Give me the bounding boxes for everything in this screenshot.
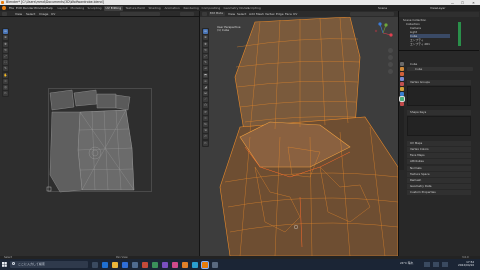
camera-view-icon[interactable] — [388, 62, 393, 67]
section-uv-maps[interactable]: UV Maps — [407, 141, 471, 146]
pan-view-icon[interactable] — [388, 55, 393, 60]
edit-mesh-wireframe[interactable] — [200, 17, 398, 256]
view-layer-selector[interactable]: ViewLayer — [430, 6, 445, 10]
object-tab-icon[interactable] — [400, 87, 404, 91]
mesh-data-field[interactable]: Cube — [407, 67, 473, 71]
vp-menu-add[interactable]: Add — [249, 12, 255, 16]
zoom-view-icon[interactable] — [388, 48, 393, 53]
properties-object-name: Cube — [410, 62, 418, 66]
tab-compositing[interactable]: Compositing — [200, 6, 222, 11]
perspective-toggle-icon[interactable] — [388, 69, 393, 74]
app-icon[interactable] — [152, 261, 158, 268]
clock-date: 2022/04/10 — [458, 263, 475, 268]
output-tab-icon[interactable] — [400, 72, 404, 76]
shape-keys-list[interactable] — [407, 116, 471, 136]
outliner-visibility-icons[interactable] — [458, 22, 461, 46]
modifier-tab-icon[interactable] — [400, 92, 404, 96]
search-icon — [12, 262, 15, 265]
system-tray-icons[interactable] — [424, 262, 454, 267]
app-icon[interactable] — [142, 261, 148, 268]
maximize-button[interactable]: ☐ — [458, 1, 467, 5]
minimize-button[interactable]: — — [448, 1, 457, 5]
vp-menu-select[interactable]: Select — [237, 12, 246, 16]
section-texture-space[interactable]: Texture Space — [407, 172, 471, 177]
vp-menu-face[interactable]: Face — [285, 12, 292, 16]
uv-islands[interactable] — [0, 0, 200, 256]
render-tab-icon[interactable] — [400, 67, 404, 71]
tab-scripting[interactable]: Scripting — [246, 6, 262, 11]
blender-taskbar-icon[interactable] — [201, 260, 209, 269]
section-attributes[interactable]: Attributes — [407, 159, 471, 164]
view-layer-tab-icon[interactable] — [400, 77, 404, 81]
uv-2d-cursor-icon — [46, 186, 52, 192]
task-view-icon[interactable] — [92, 261, 98, 268]
section-geometry-data[interactable]: Geometry Data — [407, 184, 471, 189]
material-tab-icon[interactable] — [400, 102, 404, 106]
mesh-data-tab-icon[interactable] — [399, 96, 405, 102]
section-vertex-groups[interactable]: Vertex Groups — [407, 80, 471, 85]
section-vertex-colors[interactable]: Vertex Colors — [407, 147, 471, 152]
section-normals[interactable]: Normals — [407, 166, 471, 171]
editor-type-icon[interactable] — [202, 12, 207, 16]
mode-selector[interactable]: Edit Mode — [209, 12, 225, 16]
taskbar-search-box[interactable]: ここに入力して検索 — [10, 261, 88, 268]
app-icon[interactable] — [172, 261, 178, 268]
section-remesh[interactable]: Remesh — [407, 178, 471, 183]
viewport-shading-buttons[interactable] — [350, 12, 394, 16]
tool-tab-icon[interactable] — [400, 62, 404, 66]
vp-menu-uv[interactable]: UV — [293, 12, 297, 16]
store-icon[interactable] — [122, 261, 128, 268]
vp-menu-edge[interactable]: Edge — [276, 12, 284, 16]
edge-browser-icon[interactable] — [102, 261, 108, 268]
file-explorer-icon[interactable] — [112, 261, 118, 268]
scene-selector[interactable]: Scene — [378, 6, 387, 10]
vp-menu-vertex[interactable]: Vertex — [265, 12, 275, 16]
vp-menu-view[interactable]: View — [228, 12, 235, 16]
mail-icon[interactable] — [132, 261, 138, 268]
outliner-row[interactable]: エンプティ.001 — [410, 42, 430, 46]
section-custom-properties[interactable]: Custom Properties — [407, 190, 471, 195]
vp-menu-mesh[interactable]: Mesh — [256, 12, 264, 16]
app-icon[interactable] — [212, 261, 218, 268]
section-face-maps[interactable]: Face Maps — [407, 153, 471, 158]
weather-text[interactable]: 24°C 晴れ — [400, 261, 413, 266]
panel-divider — [399, 50, 479, 51]
app-icon[interactable] — [182, 261, 188, 268]
outliner-header — [399, 12, 479, 17]
close-button[interactable]: ✕ — [469, 1, 478, 5]
clock[interactable]: 17:52 2022/04/10 — [458, 260, 475, 268]
vertex-groups-list[interactable] — [407, 86, 471, 106]
navigation-gizmo-icon[interactable] — [372, 22, 394, 44]
windows-start-icon[interactable] — [2, 262, 7, 267]
section-shape-keys[interactable]: Shape Keys — [407, 110, 471, 115]
app-icon[interactable] — [162, 261, 168, 268]
app-icon[interactable] — [192, 261, 198, 268]
scene-tab-icon[interactable] — [400, 82, 404, 86]
